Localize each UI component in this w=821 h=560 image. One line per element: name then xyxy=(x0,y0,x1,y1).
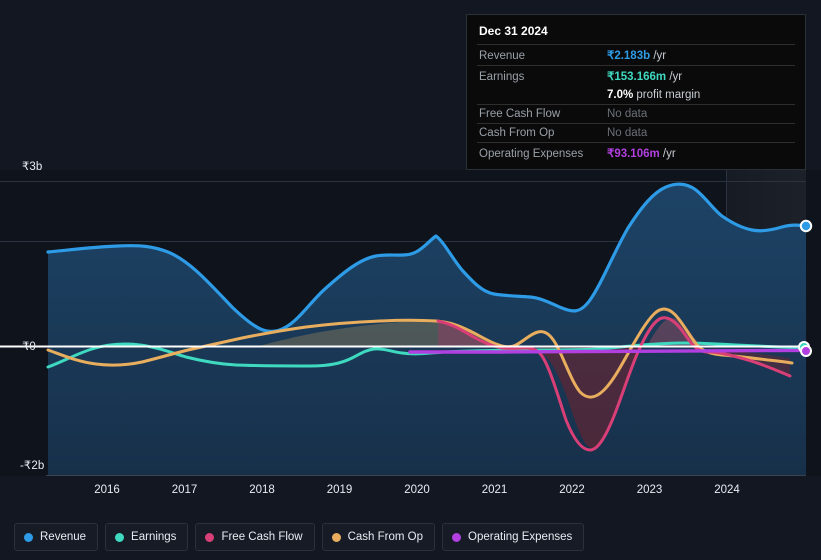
tooltip-row: 7.0% profit margin xyxy=(477,86,795,104)
legend-item-label: Cash From Op xyxy=(347,531,424,543)
x-axis-tick-2021: 2021 xyxy=(481,484,508,496)
tooltip-row: Free Cash Flow No data xyxy=(477,104,795,123)
tooltip-row: Revenue ₹2.183b /yr xyxy=(477,44,795,65)
legend-item-earnings[interactable]: Earnings xyxy=(105,523,189,551)
legend-color-dot-icon xyxy=(24,532,33,542)
tooltip-row-value: ₹153.166m /yr xyxy=(607,71,683,83)
x-axis-tick-2023: 2023 xyxy=(636,484,663,496)
tooltip-row-value: No data xyxy=(607,127,648,139)
tooltip-date: Dec 31 2024 xyxy=(479,24,548,38)
y-axis-label-bottom: -₹2b xyxy=(20,460,45,472)
legend-color-dot-icon xyxy=(331,532,341,542)
x-axis-tick-2022: 2022 xyxy=(559,484,585,496)
legend-item-cash-from-op[interactable]: Cash From Op xyxy=(321,523,436,551)
x-axis-tick-2017: 2017 xyxy=(171,484,198,496)
tooltip-row-label: Revenue xyxy=(479,50,526,62)
chart-legend: Revenue Earnings Free Cash Flow Cash From O… xyxy=(0,514,821,560)
tooltip-row-label: Operating Expenses xyxy=(479,148,584,160)
tooltip-row-value: 7.0% profit margin xyxy=(607,89,701,101)
y-axis-label-zero: ₹0 xyxy=(22,341,36,353)
revenue-endpoint-marker xyxy=(799,219,813,233)
tooltip-row-label: Free Cash Flow xyxy=(479,108,561,120)
x-axis-tick-2019: 2019 xyxy=(326,484,353,496)
x-axis-tick-2020: 2020 xyxy=(404,484,430,496)
tooltip-row: Earnings ₹153.166m /yr xyxy=(477,65,795,86)
legend-color-dot-icon xyxy=(452,532,462,542)
legend-item-label: Earnings xyxy=(131,531,177,543)
legend-item-operating-expenses[interactable]: Operating Expenses xyxy=(442,523,585,551)
data-tooltip: Dec 31 2024 Revenue ₹2.183b /yr Earnings ₹1… xyxy=(466,14,806,170)
tooltip-row-value: ₹93.106m /yr xyxy=(607,148,676,160)
x-axis-tick-2016: 2016 xyxy=(94,484,120,496)
x-axis-tick-2024: 2024 xyxy=(714,484,740,496)
tooltip-row: Operating Expenses ₹93.106m /yr xyxy=(477,142,795,163)
operating-expenses-line xyxy=(408,348,806,354)
tooltip-row: Cash From Op No data xyxy=(477,123,795,142)
legend-item-label: Free Cash Flow xyxy=(221,531,303,543)
legend-color-dot-icon xyxy=(205,532,215,542)
legend-item-free-cash-flow[interactable]: Free Cash Flow xyxy=(195,523,315,551)
y-axis-label-top: ₹3b xyxy=(22,161,43,173)
legend-item-revenue[interactable]: Revenue xyxy=(14,523,99,551)
tooltip-row-value: No data xyxy=(607,108,648,120)
tooltip-row-label: Earnings xyxy=(479,71,525,83)
legend-color-dot-icon xyxy=(115,532,125,542)
tooltip-rows: Revenue ₹2.183b /yr Earnings ₹153.166m /yr 7… xyxy=(477,44,795,163)
tooltip-row-value: ₹2.183b /yr xyxy=(607,50,667,62)
operating-expenses-endpoint-marker xyxy=(800,345,812,357)
tooltip-row-label: Cash From Op xyxy=(479,127,555,139)
financial-chart-widget: ₹3b ₹0 -₹2b 2016 2017 2018 2019 2020 2021 2022… xyxy=(0,0,821,560)
x-axis-tick-2018: 2018 xyxy=(249,484,275,496)
legend-item-label: Revenue xyxy=(40,531,87,543)
legend-item-label: Operating Expenses xyxy=(468,531,573,543)
